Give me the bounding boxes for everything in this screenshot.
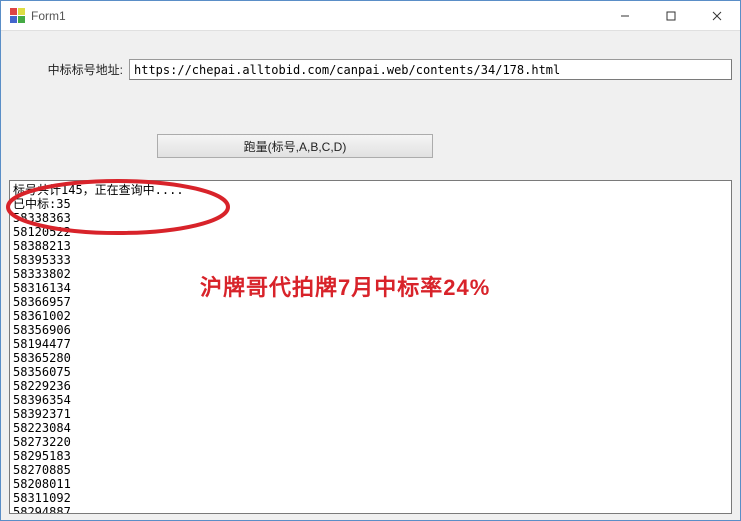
minimize-icon bbox=[620, 11, 630, 21]
client-area: 中标标号地址: 跑量(标号,A,B,C,D) bbox=[1, 31, 740, 520]
maximize-icon bbox=[666, 11, 676, 21]
window-title: Form1 bbox=[31, 9, 602, 23]
address-row: 中标标号地址: bbox=[9, 59, 732, 80]
app-window: Form1 中标标号地址: 跑量(标号,A,B,C,D) bbox=[0, 0, 741, 521]
maximize-button[interactable] bbox=[648, 1, 694, 30]
output-container bbox=[9, 180, 732, 514]
address-label: 中标标号地址: bbox=[9, 61, 129, 78]
minimize-button[interactable] bbox=[602, 1, 648, 30]
output-textarea[interactable] bbox=[9, 180, 732, 514]
titlebar: Form1 bbox=[1, 1, 740, 31]
window-system-buttons bbox=[602, 1, 740, 30]
close-button[interactable] bbox=[694, 1, 740, 30]
url-input[interactable] bbox=[129, 59, 732, 80]
close-icon bbox=[712, 11, 722, 21]
app-icon bbox=[9, 8, 25, 24]
run-button[interactable]: 跑量(标号,A,B,C,D) bbox=[157, 134, 433, 158]
button-row: 跑量(标号,A,B,C,D) bbox=[9, 134, 732, 158]
